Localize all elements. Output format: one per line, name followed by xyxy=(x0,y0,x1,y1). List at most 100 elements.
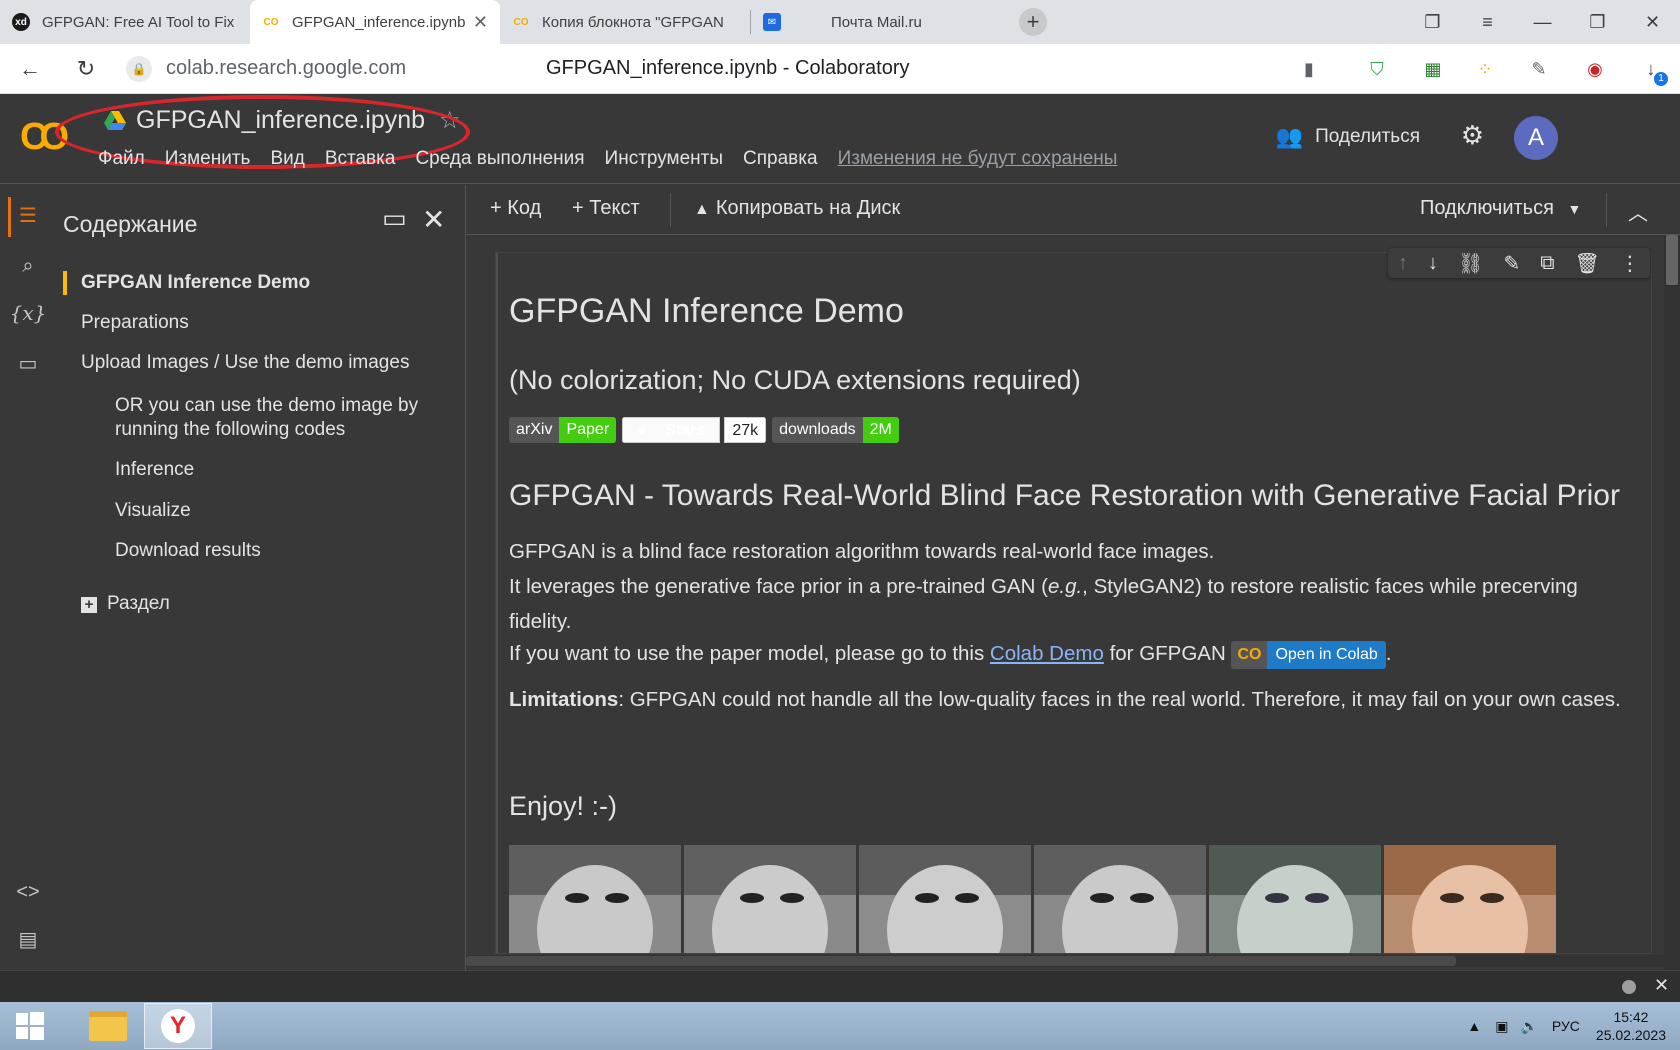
menu-edit[interactable]: Изменить xyxy=(165,148,251,170)
browser-tab-2[interactable]: CO GFPGAN_inference.ipynb ✕ xyxy=(250,0,500,44)
p1-text: GFPGAN is a blind face restoration algor… xyxy=(509,540,1215,563)
p2-before: It leverages the generative face prior i… xyxy=(509,575,1048,598)
add-code-button[interactable]: + Код xyxy=(490,197,541,220)
browser-tab-4[interactable]: ✉ Почта Mail.ru xyxy=(751,0,1001,44)
menu-help[interactable]: Справка xyxy=(743,148,818,170)
colab-logo[interactable]: CO xyxy=(20,116,69,159)
scrollbar-thumb[interactable] xyxy=(466,956,1456,966)
folder-shape xyxy=(89,1011,127,1041)
link-icon[interactable]: ⛓ xyxy=(1458,251,1483,276)
toc-item-visualize[interactable]: Visualize xyxy=(115,499,191,523)
bookmark-icon[interactable]: ▮ xyxy=(1294,54,1324,84)
scrollbar-thumb[interactable] xyxy=(1666,235,1678,285)
vertical-scrollbar[interactable] xyxy=(1664,235,1680,970)
windows-start-icon[interactable] xyxy=(0,1002,60,1050)
file-explorer-icon[interactable] xyxy=(74,1003,142,1049)
yandex-browser-icon[interactable]: Y xyxy=(144,1003,212,1049)
reload-icon[interactable]: ↻ xyxy=(68,56,104,82)
collapse-header-icon[interactable]: ︿ xyxy=(1628,197,1648,226)
browser-tab-3[interactable]: CO Копия блокнота "GFPGAN xyxy=(500,0,750,44)
enjoy-heading: Enjoy! :-) xyxy=(509,791,618,821)
puzzle-icon[interactable]: ✎ xyxy=(1524,54,1554,84)
code-snippets-icon[interactable]: <> xyxy=(0,881,56,904)
language-indicator[interactable]: РУС xyxy=(1552,1018,1580,1034)
extension-icon[interactable]: ▦ xyxy=(1418,54,1448,84)
horizontal-scrollbar[interactable] xyxy=(466,955,1664,967)
copy-to-drive-button[interactable]: ▲ Копировать на Диск xyxy=(694,197,900,220)
open-in-tab-icon[interactable]: ▭ xyxy=(382,203,407,234)
files-folder-icon[interactable]: ▭ xyxy=(0,351,56,376)
close-tab-icon[interactable]: ✕ xyxy=(473,12,488,33)
toc-active-indicator xyxy=(63,271,67,295)
menu-view[interactable]: Вид xyxy=(270,148,304,170)
menu-icon[interactable]: ≡ xyxy=(1460,12,1515,33)
more-vert-icon[interactable]: ⋮ xyxy=(1620,251,1640,276)
colab-icon: CO xyxy=(513,16,529,28)
xd-icon: xd xyxy=(12,13,30,31)
clock[interactable]: 15:42 25.02.2023 xyxy=(1596,1008,1666,1044)
network-icon[interactable]: ▣ xyxy=(1495,1018,1508,1035)
toolbar-separator xyxy=(1606,193,1607,227)
avatar[interactable]: A xyxy=(1514,116,1558,160)
eye xyxy=(955,893,979,903)
table-of-contents-icon[interactable]: ☰ xyxy=(0,203,56,228)
mirror-cell-icon[interactable]: ⧉ xyxy=(1540,252,1554,275)
notebook-toolbar: + Код + Текст ▲ Копировать на Диск Подклю… xyxy=(466,185,1680,235)
toc-item-download-results[interactable]: Download results xyxy=(115,539,261,563)
settings-gear-icon[interactable]: ⚙ xyxy=(1461,120,1484,151)
toc-item-inference[interactable]: Inference xyxy=(115,458,194,482)
menu-runtime[interactable]: Среда выполнения xyxy=(415,148,584,170)
toc-item-demo-image[interactable]: OR you can use the demo image by running… xyxy=(115,394,435,442)
restore-icon[interactable]: ❐ xyxy=(1570,12,1625,33)
bookmarks-panel-icon[interactable]: ❐ xyxy=(1405,12,1460,33)
alice-dots-icon[interactable]: ⁘ xyxy=(1470,54,1500,84)
search-icon[interactable]: ⌕ xyxy=(0,255,56,278)
colab-demo-link[interactable]: Colab Demo xyxy=(990,642,1104,665)
eye xyxy=(1130,893,1154,903)
new-tab-button[interactable]: + xyxy=(1019,8,1047,36)
extension-avatar-icon[interactable]: ◉ xyxy=(1580,54,1610,84)
table-of-contents-panel: Содержание ▭ ✕ GFPGAN Inference Demo Pre… xyxy=(56,185,466,970)
eye xyxy=(915,893,939,903)
lock-icon[interactable]: 🔒 xyxy=(126,55,152,82)
browser-tab-1[interactable]: xd GFPGAN: Free AI Tool to Fix xyxy=(0,0,250,44)
connect-button[interactable]: Подключиться ▼ xyxy=(1420,197,1581,220)
yandex-logo: Y xyxy=(161,1009,195,1043)
menu-insert[interactable]: Вставка xyxy=(325,148,396,170)
back-icon[interactable]: ← xyxy=(12,56,48,82)
url-field[interactable]: colab.research.google.com xyxy=(166,57,546,80)
close-icon[interactable]: ✕ xyxy=(422,203,445,236)
delete-trash-icon[interactable]: 🗑 xyxy=(1575,251,1600,276)
menu-file[interactable]: Файл xyxy=(98,148,145,170)
eye xyxy=(1480,893,1504,903)
variables-icon[interactable]: {x} xyxy=(0,301,56,325)
system-tray: ▲ ▣ 🔈 РУС 15:42 25.02.2023 xyxy=(1467,1002,1680,1050)
stars-text: Stars xyxy=(665,422,706,439)
minimize-icon[interactable]: — xyxy=(1515,12,1570,33)
menu-tools[interactable]: Инструменты xyxy=(605,148,723,170)
command-palette-icon[interactable]: ▤ xyxy=(0,927,56,952)
edit-pencil-icon[interactable]: ✎ xyxy=(1503,251,1520,276)
toc-item-upload-images[interactable]: Upload Images / Use the demo images xyxy=(81,351,409,375)
tray-arrow-icon[interactable]: ▲ xyxy=(1467,1018,1481,1034)
toc-item-preparations[interactable]: Preparations xyxy=(81,311,189,335)
github-stars-badge[interactable]: ● Stars 27k xyxy=(622,417,767,443)
toc-item-gfpgan-inference-demo[interactable]: GFPGAN Inference Demo xyxy=(81,271,310,295)
close-window-icon[interactable]: ✕ xyxy=(1625,12,1680,33)
p2-em: e.g. xyxy=(1047,575,1083,598)
badge-left: downloads xyxy=(772,417,863,443)
open-in-colab-badge[interactable]: CO Open in Colab xyxy=(1231,640,1386,669)
share-button[interactable]: 👥 Поделиться xyxy=(1276,124,1420,150)
move-down-icon[interactable]: ↓ xyxy=(1428,252,1438,275)
add-section-button[interactable]: + Раздел xyxy=(81,592,170,616)
move-up-icon[interactable]: ↑ xyxy=(1398,252,1408,275)
unsaved-changes-link[interactable]: Изменения не будут сохранены xyxy=(838,148,1118,170)
adguard-shield-icon[interactable]: ⛉ xyxy=(1362,54,1392,84)
screen: xd GFPGAN: Free AI Tool to Fix CO GFPGAN… xyxy=(0,0,1680,1050)
downloads-badge[interactable]: downloads 2M xyxy=(772,417,899,443)
close-icon[interactable]: ✕ xyxy=(1654,975,1669,996)
volume-icon[interactable]: 🔈 xyxy=(1520,1018,1537,1035)
add-text-button[interactable]: + Текст xyxy=(572,197,640,220)
arxiv-badge[interactable]: arXiv Paper xyxy=(509,417,617,443)
markdown-cell[interactable]: GFPGAN Inference Demo (No colorization; … xyxy=(496,253,1651,953)
